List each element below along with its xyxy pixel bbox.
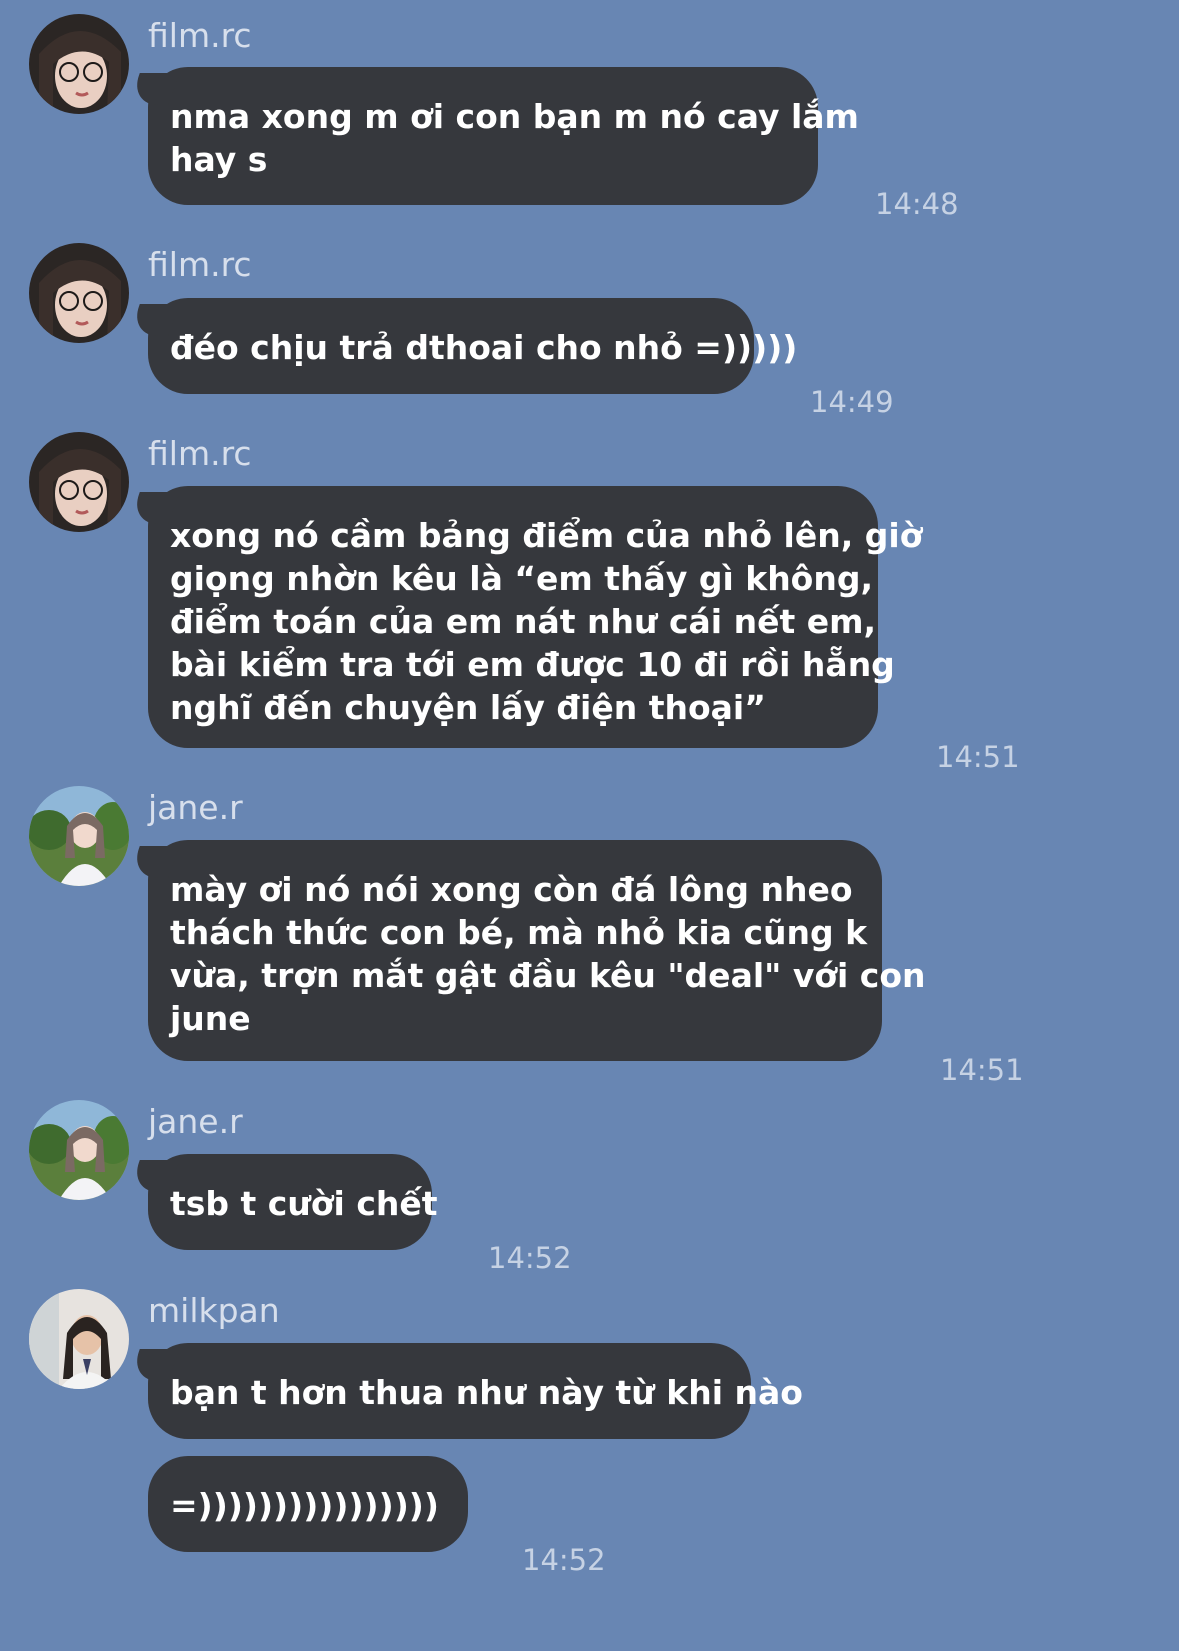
message-timestamp: 14:48 [875,187,959,221]
message-line: giọng nhờn kêu là “em thấy gì không, [170,559,874,598]
message-line: nma xong m ơi con bạn m nó cay lắm [170,97,859,136]
message-line: vừa, trợn mắt gật đầu kêu "deal" với con [170,956,926,995]
message-line: đéo chịu trả dthoai cho nhỏ =))))) [170,328,798,367]
message-line: bạn t hơn thua như này từ khi nào [170,1373,803,1412]
sender-name: film.rc [148,434,252,473]
profile-photo-icon [29,786,129,886]
message-line: tsb t cười chết [170,1184,438,1223]
message-timestamp: 14:52 [488,1241,572,1275]
sender-name: milkpan [148,1291,280,1330]
profile-photo-icon [29,432,129,532]
message-line: xong nó cầm bảng điểm của nhỏ lên, giờ [170,516,923,555]
message-timestamp: 14:51 [940,1053,1024,1087]
profile-photo-icon [29,14,129,114]
message-bubble[interactable]: xong nó cầm bảng điểm của nhỏ lên, giờ g… [148,486,923,748]
sender-name: film.rc [148,245,252,284]
avatar-jane-r[interactable] [29,1100,129,1200]
avatar-milkpan[interactable] [29,1289,129,1389]
message-line: điểm toán của em nát như cái nết em, [170,602,877,641]
message-line: june [170,999,251,1038]
avatar-film-rc[interactable] [29,14,129,114]
profile-photo-icon [29,1289,129,1389]
message-line: nghĩ đến chuyện lấy điện thoại” [170,688,766,727]
message-line: =)))))))))))))))) [170,1486,439,1525]
message-line: bài kiểm tra tới em được 10 đi rồi hẵng [170,645,895,684]
avatar-film-rc[interactable] [29,243,129,343]
message-bubble[interactable]: đéo chịu trả dthoai cho nhỏ =))))) [148,298,798,394]
profile-photo-icon [29,243,129,343]
profile-photo-icon [29,1100,129,1200]
message-timestamp: 14:49 [810,385,894,419]
message-bubble[interactable]: tsb t cười chết [148,1154,438,1250]
message-line: hay s [170,140,268,179]
sender-name: jane.r [148,788,243,827]
message-timestamp: 14:51 [936,740,1020,774]
sender-name: jane.r [148,1102,243,1141]
message-line: mày ơi nó nói xong còn đá lông nheo [170,870,853,909]
message-bubble[interactable]: bạn t hơn thua như này từ khi nào [148,1343,803,1439]
message-bubble[interactable]: mày ơi nó nói xong còn đá lông nheo thác… [148,840,926,1061]
message-bubble[interactable]: nma xong m ơi con bạn m nó cay lắm hay s [148,67,859,205]
sender-name: film.rc [148,16,252,55]
message-timestamp: 14:52 [522,1543,606,1577]
message-line: thách thức con bé, mà nhỏ kia cũng k [170,913,868,952]
avatar-film-rc[interactable] [29,432,129,532]
avatar-jane-r[interactable] [29,786,129,886]
message-bubble[interactable]: =)))))))))))))))) [148,1456,468,1552]
